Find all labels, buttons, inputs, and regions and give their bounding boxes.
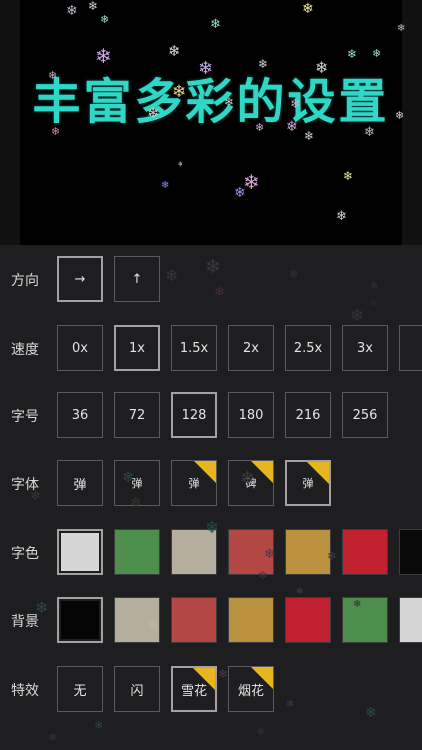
background-swatch-3[interactable] (171, 597, 217, 643)
size-option-label: 256 (352, 407, 378, 423)
effect-option-label: 无 (73, 683, 87, 699)
effect-option-snow[interactable]: 雪花 (171, 666, 217, 712)
speed-option-2x[interactable]: 2x (228, 325, 274, 371)
background-swatch-6[interactable] (342, 597, 388, 643)
arrow-right-icon: → (74, 271, 86, 287)
speed-option-label: 0x (72, 340, 88, 356)
swatch-fill (286, 530, 330, 574)
size-option-72[interactable]: 72 (114, 392, 160, 438)
text-color-swatch-3[interactable] (171, 529, 217, 575)
size-option-256[interactable]: 256 (342, 392, 388, 438)
text-color-swatch-6[interactable] (342, 529, 388, 575)
text-color-swatch-2[interactable] (114, 529, 160, 575)
speed-option-3x[interactable]: 3x (342, 325, 388, 371)
swatch-fill (286, 598, 330, 642)
effect-option-fireworks[interactable]: 烟花 (228, 666, 274, 712)
new-badge (251, 667, 273, 689)
effect-row: 特效 无 闪 雪花 烟花 (0, 666, 422, 714)
size-option-128[interactable]: 128 (171, 392, 217, 438)
swatch-fill (115, 530, 159, 574)
effect-option-none[interactable]: 无 (57, 666, 103, 712)
size-option-label: 36 (71, 407, 89, 423)
text-color-label: 字色 (11, 546, 39, 562)
text-color-swatch-4[interactable] (228, 529, 274, 575)
size-option-label: 180 (238, 407, 264, 423)
effect-label: 特效 (11, 683, 39, 699)
text-color-swatch-5[interactable] (285, 529, 331, 575)
size-option-label: 216 (295, 407, 321, 423)
font-label: 字体 (11, 477, 39, 493)
new-badge (194, 461, 216, 483)
direction-label: 方向 (11, 273, 39, 289)
background-swatch-5[interactable] (285, 597, 331, 643)
text-color-swatch-1[interactable] (57, 529, 103, 575)
background-row: 背景 (0, 597, 422, 645)
speed-option-label: 2.5x (293, 340, 323, 356)
swatch-fill (229, 598, 273, 642)
size-option-36[interactable]: 36 (57, 392, 103, 438)
swatch-fill (343, 530, 387, 574)
size-option-label: 72 (128, 407, 146, 423)
background-swatch-2[interactable] (114, 597, 160, 643)
size-row: 字号 36 72 128 180 216 256 (0, 392, 422, 440)
swatch-fill (343, 598, 387, 642)
swatch-fill (115, 598, 159, 642)
font-option-1[interactable]: 弹 (57, 460, 103, 506)
background-swatch-1[interactable] (57, 597, 103, 643)
swatch-fill (61, 533, 99, 571)
direction-row: 方向 → ↑ (0, 256, 422, 304)
size-option-180[interactable]: 180 (228, 392, 274, 438)
direction-option-right[interactable]: → (57, 256, 103, 302)
swatch-fill (172, 530, 216, 574)
direction-option-up[interactable]: ↑ (114, 256, 160, 302)
speed-option-label: 1x (129, 340, 145, 356)
speed-option-0x[interactable]: 0x (57, 325, 103, 371)
new-badge (193, 668, 215, 690)
background-label: 背景 (11, 614, 39, 630)
new-badge (251, 461, 273, 483)
swatch-fill (172, 598, 216, 642)
font-row: 字体 弹 弹 弹 碑 弹 (0, 460, 422, 508)
headline-title: 丰富多彩的设置 (32, 74, 390, 130)
app-screen: 丰富多彩的设置 方向 → ↑ 速度 0x 1x 1.5x 2x 2.5x 3x … (0, 0, 422, 750)
background-swatch-partial[interactable] (399, 597, 422, 643)
speed-option-1-5x[interactable]: 1.5x (171, 325, 217, 371)
new-badge (307, 462, 329, 484)
speed-option-partial[interactable] (399, 325, 422, 371)
speed-option-1x[interactable]: 1x (114, 325, 160, 371)
swatch-fill (229, 530, 273, 574)
font-option-4[interactable]: 碑 (228, 460, 274, 506)
speed-option-label: 1.5x (179, 340, 209, 356)
swatch-fill (61, 601, 99, 639)
font-option-label: 弹 (131, 477, 143, 490)
arrow-up-icon: ↑ (131, 271, 143, 287)
size-option-216[interactable]: 216 (285, 392, 331, 438)
speed-row: 速度 0x 1x 1.5x 2x 2.5x 3x (0, 325, 422, 373)
background-swatch-4[interactable] (228, 597, 274, 643)
settings-panel: 方向 → ↑ 速度 0x 1x 1.5x 2x 2.5x 3x 字号 36 72… (0, 245, 422, 750)
font-option-5[interactable]: 弹 (285, 460, 331, 506)
text-color-swatch-partial[interactable] (399, 529, 422, 575)
size-label: 字号 (11, 409, 39, 425)
effect-option-label: 闪 (130, 683, 144, 699)
speed-option-2-5x[interactable]: 2.5x (285, 325, 331, 371)
font-option-3[interactable]: 弹 (171, 460, 217, 506)
text-color-row: 字色 (0, 529, 422, 577)
size-option-label: 128 (181, 407, 207, 423)
effect-option-flash[interactable]: 闪 (114, 666, 160, 712)
speed-option-label: 2x (243, 340, 259, 356)
font-option-label: 弹 (73, 477, 87, 493)
font-option-2[interactable]: 弹 (114, 460, 160, 506)
speed-option-label: 3x (357, 340, 373, 356)
speed-label: 速度 (11, 342, 39, 358)
